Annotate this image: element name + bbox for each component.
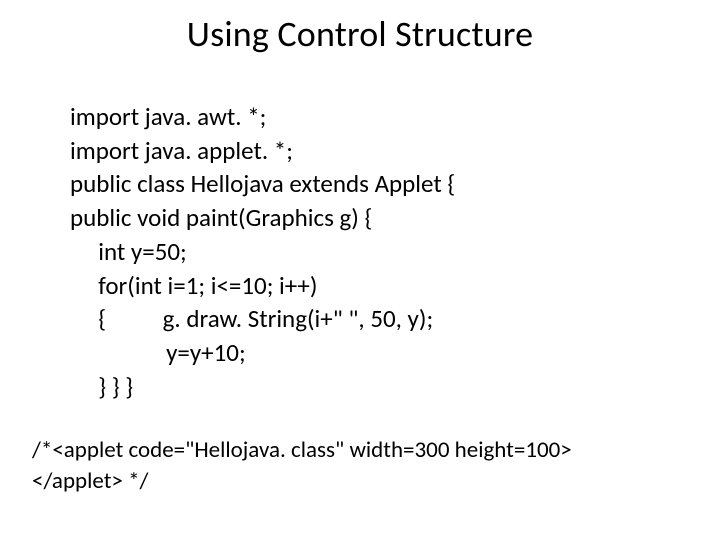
code-line: import java. applet. *; [70,135,293,166]
code-line: import java. awt. *; [70,101,266,132]
slide: Using Control Structure import java. awt… [0,0,720,540]
code-line: { g. draw. String(i+" ", 50, y); [70,303,433,334]
code-line: y=y+10; [70,337,246,368]
code-block: import java. awt. *; import java. applet… [70,66,700,404]
footer-block: /*<applet code="Hellojava. class" width=… [32,404,700,497]
code-line: } } } [70,371,133,402]
footer-line: </applet> */ [32,467,148,495]
code-line: public class Hellojava extends Applet { [70,168,455,199]
code-line: public void paint(Graphics g) { [70,202,372,233]
code-line: int y=50; [70,236,187,267]
code-line: for(int i=1; i<=10; i++) [70,270,317,301]
slide-title: Using Control Structure [20,12,700,56]
footer-line: /*<applet code="Hellojava. class" width=… [32,436,572,464]
